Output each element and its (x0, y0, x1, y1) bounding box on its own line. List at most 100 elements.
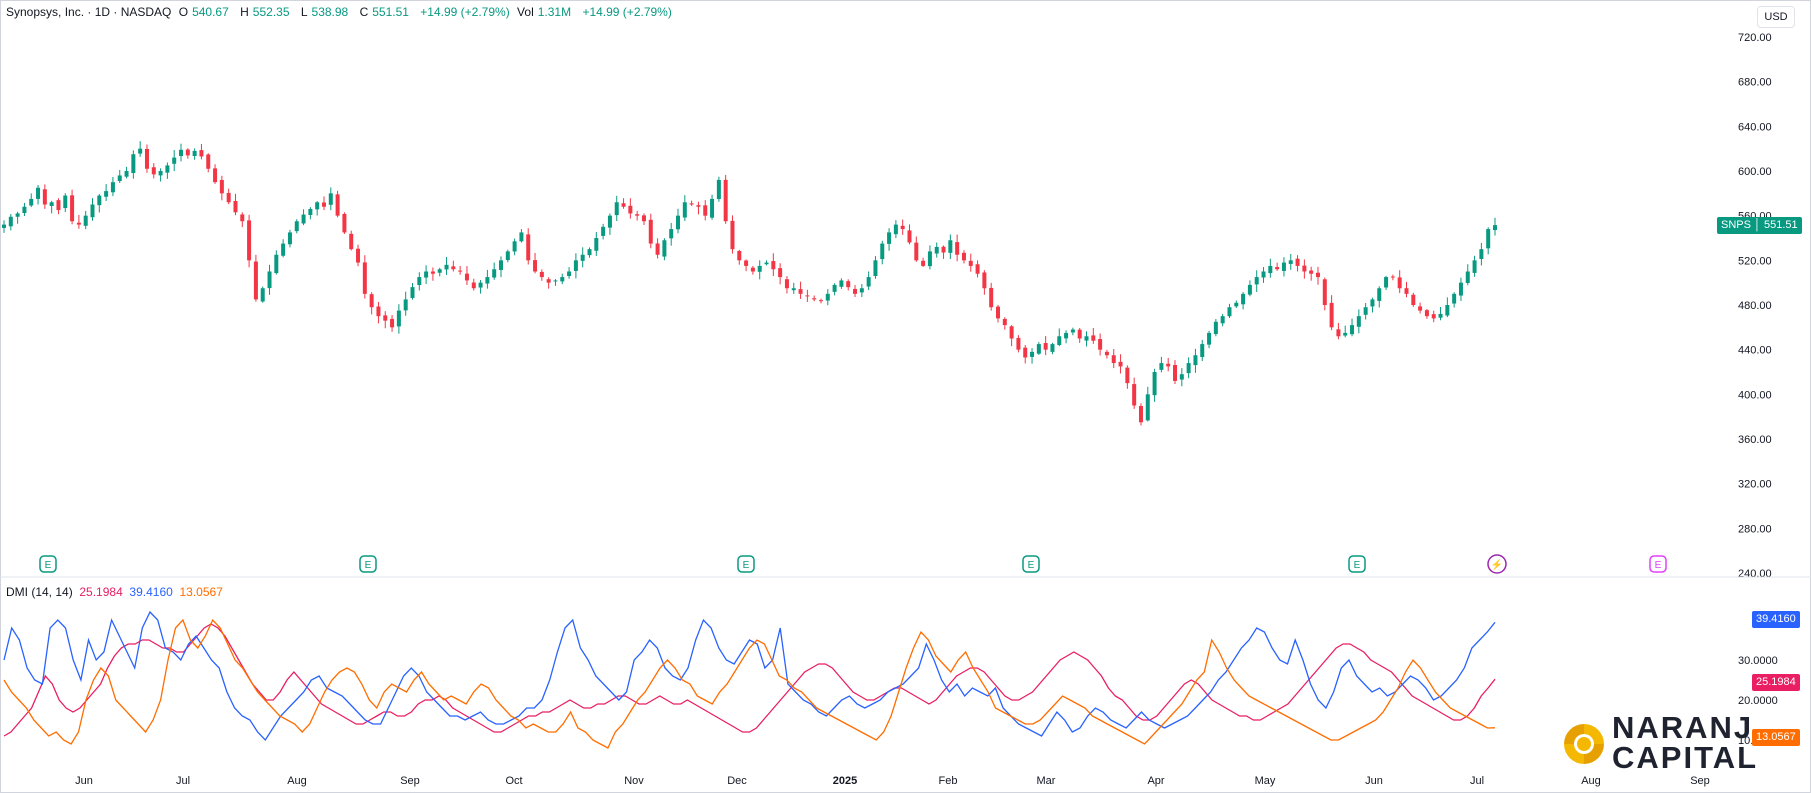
candle (1057, 328, 1062, 347)
candle (76, 215, 81, 229)
candle (744, 259, 749, 272)
price-tick-label: 280.00 (1738, 523, 1772, 535)
candle (396, 304, 401, 334)
earnings-marker[interactable]: E (39, 555, 57, 573)
event-label: E (45, 560, 52, 571)
candle (437, 267, 442, 277)
candle (621, 198, 626, 209)
candle (1207, 330, 1212, 349)
candle (124, 166, 129, 179)
candle (1309, 266, 1314, 281)
candle (1247, 280, 1252, 297)
candle (492, 262, 497, 280)
price-tick-label: 440.00 (1738, 345, 1772, 357)
earnings-marker[interactable]: E (1649, 555, 1667, 573)
candle (369, 292, 374, 315)
candle (1384, 275, 1389, 290)
plus-di-badge: 39.4160 (1752, 611, 1800, 628)
candle (682, 195, 687, 221)
candle (349, 230, 354, 251)
candle (628, 198, 633, 219)
candle (669, 222, 674, 246)
price-tick-label: 320.00 (1738, 479, 1772, 491)
candle (1363, 302, 1368, 320)
ticker-label: SNPS (1721, 219, 1751, 231)
candle (1397, 270, 1402, 294)
candle (83, 210, 88, 230)
candle (1111, 349, 1116, 369)
candle (655, 238, 660, 259)
candle (247, 214, 252, 268)
last-price-value: 551.51 (1763, 219, 1798, 231)
candle (8, 214, 13, 231)
earnings-marker[interactable]: E (1022, 555, 1040, 573)
candle (1418, 302, 1423, 314)
candle (798, 281, 803, 299)
dividend-marker[interactable]: ⚡ (1487, 554, 1507, 574)
candle (934, 242, 939, 258)
candle (818, 298, 823, 304)
candle (859, 284, 864, 297)
candle (580, 247, 585, 268)
candle (403, 291, 408, 316)
earnings-marker[interactable]: E (1348, 555, 1366, 573)
candle (1084, 331, 1089, 347)
candle (151, 163, 156, 179)
candle (294, 219, 299, 234)
candle (635, 210, 640, 221)
naranj-logo-icon (1564, 724, 1604, 764)
candle (1343, 325, 1348, 338)
event-label: E (1354, 560, 1361, 571)
candle (1050, 342, 1055, 355)
candle (914, 236, 919, 262)
price-tick-label: 600.00 (1738, 166, 1772, 178)
candle (1118, 354, 1123, 374)
candle (383, 311, 388, 329)
candle (1295, 255, 1300, 272)
indicator-tick-label: 20.0000 (1738, 695, 1778, 707)
brand-logo: NARANJ CAPITAL (1560, 710, 1760, 780)
time-axis: Jun Jul Aug Sep Oct Nov Dec 2025 Feb Mar Apr May Jun… (75, 775, 1710, 787)
candle (104, 184, 109, 202)
candle (362, 255, 367, 299)
candle (192, 148, 197, 160)
earnings-marker[interactable]: E (737, 555, 755, 573)
event-label: E (743, 560, 750, 571)
candle (784, 276, 789, 294)
candle (512, 238, 517, 256)
price-tick-label: 520.00 (1738, 255, 1772, 267)
candle (839, 278, 844, 289)
candle (356, 244, 361, 267)
candle (1125, 365, 1130, 389)
candle (703, 200, 708, 221)
earnings-marker[interactable]: E (359, 555, 377, 573)
candle (2, 220, 6, 233)
candle (1200, 339, 1205, 362)
chart-canvas[interactable]: EEEEE⚡E 720.00680.00640.00600.00560.0052… (0, 0, 1811, 793)
candle (144, 144, 149, 173)
last-price-badge: SNPS │ 551.51 (1717, 217, 1802, 234)
candle (1377, 286, 1382, 308)
candle (240, 212, 245, 228)
candle (219, 175, 224, 201)
candle (226, 188, 231, 205)
candle (287, 229, 292, 248)
candle (1159, 356, 1164, 373)
price-tick-label: 360.00 (1738, 434, 1772, 446)
candle (424, 265, 429, 284)
candle (927, 245, 932, 270)
candle (451, 260, 456, 272)
candle (1329, 295, 1334, 331)
candle (15, 211, 20, 224)
candle (410, 283, 415, 300)
candle (641, 213, 646, 225)
candle (1254, 270, 1259, 292)
candle (778, 263, 783, 285)
candle (1241, 292, 1246, 310)
event-label: E (1655, 560, 1662, 571)
candle (499, 256, 503, 278)
time-tick-label: Jul (176, 775, 190, 787)
candle (49, 200, 54, 214)
candle (29, 193, 34, 208)
candle (750, 265, 755, 275)
